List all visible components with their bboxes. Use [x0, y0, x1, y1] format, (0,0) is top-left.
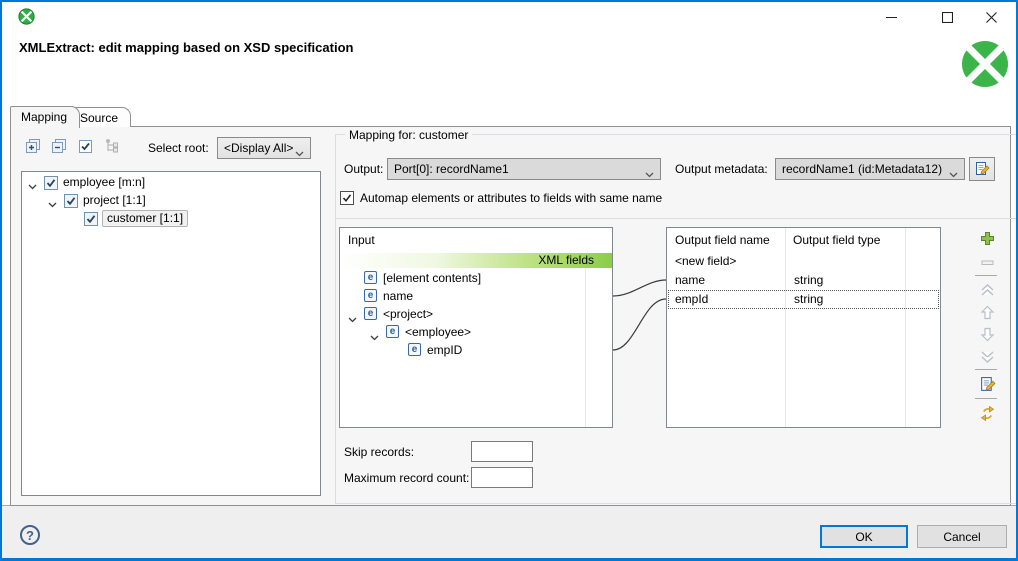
output-row-name[interactable]: name string — [668, 271, 939, 290]
output-row-new-field[interactable]: <new field> — [668, 252, 939, 271]
input-panel-header: Input — [340, 228, 612, 253]
output-row-empid[interactable]: empId string — [668, 290, 939, 309]
element-icon: e — [364, 289, 377, 302]
dialog-window: XMLExtract: edit mapping based on XSD sp… — [0, 0, 1018, 561]
mapping-tab-content: Select root: <Display All> employee [m:n… — [10, 126, 1016, 506]
edit-metadata-button[interactable] — [969, 157, 995, 181]
cancel-button[interactable]: Cancel — [917, 525, 1007, 548]
element-icon: e — [364, 307, 377, 320]
select-root-combo[interactable]: <Display All> — [217, 137, 311, 159]
clover-logo-icon — [959, 38, 1011, 93]
expand-chevron-icon[interactable] — [28, 179, 38, 190]
chevron-down-icon — [645, 167, 654, 179]
output-table-header: Output field name Output field type — [667, 228, 940, 252]
output-label: Output: — [344, 162, 384, 176]
edit-field-button[interactable] — [977, 374, 997, 394]
separator — [335, 218, 1016, 219]
dialog-title: XMLExtract: edit mapping based on XSD sp… — [19, 40, 354, 55]
element-icon: e — [408, 343, 421, 356]
xsd-tree-panel: employee [m:n] project [1:1] customer [1… — [21, 171, 321, 496]
output-port-combo[interactable]: Port[0]: recordName1 — [387, 158, 661, 180]
expand-chevron-icon[interactable] — [370, 330, 380, 341]
output-fields-table: Output field name Output field type <new… — [666, 227, 941, 428]
chevron-down-icon — [949, 167, 958, 179]
add-field-button[interactable] — [977, 228, 997, 248]
automap-checkbox[interactable] — [340, 191, 354, 205]
refresh-button[interactable] — [977, 403, 997, 423]
select-root-label: Select root: — [148, 141, 209, 155]
help-button[interactable]: ? — [20, 525, 40, 545]
maximize-button[interactable] — [930, 2, 964, 32]
automap-label: Automap elements or attributes to fields… — [360, 191, 663, 205]
edit-document-icon — [976, 162, 990, 175]
minimize-button[interactable] — [874, 2, 908, 32]
move-top-button[interactable] — [977, 280, 997, 300]
element-icon: e — [364, 271, 377, 284]
titlebar — [2, 2, 1016, 32]
tree-row-employee[interactable]: employee [m:n] — [22, 174, 320, 192]
xml-fields-bar: XML fields — [340, 253, 612, 268]
max-record-count-input[interactable] — [471, 467, 533, 488]
toolbar-separator — [975, 275, 997, 276]
tree-checkbox[interactable] — [44, 176, 58, 190]
footer-bar: ? OK Cancel — [2, 505, 1016, 558]
input-row-element-contents[interactable]: e [element contents] — [340, 270, 583, 288]
skip-records-label: Skip records: — [344, 445, 415, 459]
move-bottom-button[interactable] — [977, 346, 997, 366]
max-record-count-label: Maximum record count: — [344, 471, 470, 485]
check-all-icon[interactable] — [76, 137, 94, 155]
expand-chevron-icon[interactable] — [48, 197, 58, 208]
refresh-icon — [980, 405, 994, 421]
tree-checkbox[interactable] — [84, 212, 98, 226]
tab-mapping[interactable]: Mapping — [10, 106, 81, 128]
input-row-empid[interactable]: e empID — [340, 342, 583, 360]
group-legend: Mapping for: customer — [345, 128, 473, 142]
tree-hierarchy-icon[interactable] — [102, 137, 120, 155]
toolbar-separator — [975, 398, 997, 399]
close-button[interactable] — [974, 2, 1008, 32]
edit-document-icon — [980, 376, 996, 391]
column-header-name: Output field name — [675, 233, 770, 247]
toolbar-separator — [975, 369, 997, 370]
input-row-name[interactable]: e name — [340, 288, 583, 306]
column-header-type: Output field type — [793, 233, 881, 247]
tree-row-project[interactable]: project [1:1] — [22, 192, 320, 210]
element-icon: e — [386, 325, 399, 338]
tree-row-customer[interactable]: customer [1:1] — [22, 210, 320, 228]
tree-checkbox[interactable] — [64, 194, 78, 208]
chevron-down-icon — [295, 146, 304, 158]
skip-records-input[interactable] — [471, 441, 533, 462]
collapse-all-icon[interactable] — [50, 137, 68, 155]
move-down-button[interactable] — [977, 324, 997, 344]
ok-button[interactable]: OK — [820, 525, 908, 548]
output-metadata-label: Output metadata: — [675, 162, 768, 176]
input-row-project[interactable]: e <project> — [340, 306, 583, 324]
move-up-button[interactable] — [977, 302, 997, 322]
plus-icon — [980, 231, 994, 245]
remove-field-button[interactable] — [977, 252, 997, 272]
expand-chevron-icon[interactable] — [348, 312, 358, 323]
output-metadata-combo[interactable]: recordName1 (id:Metadata12) — [775, 158, 965, 180]
expand-all-icon[interactable] — [24, 137, 42, 155]
app-clover-icon — [18, 8, 35, 28]
input-row-employee[interactable]: e <employee> — [340, 324, 583, 342]
input-fields-panel: Input XML fields e [element contents] e … — [339, 227, 613, 428]
